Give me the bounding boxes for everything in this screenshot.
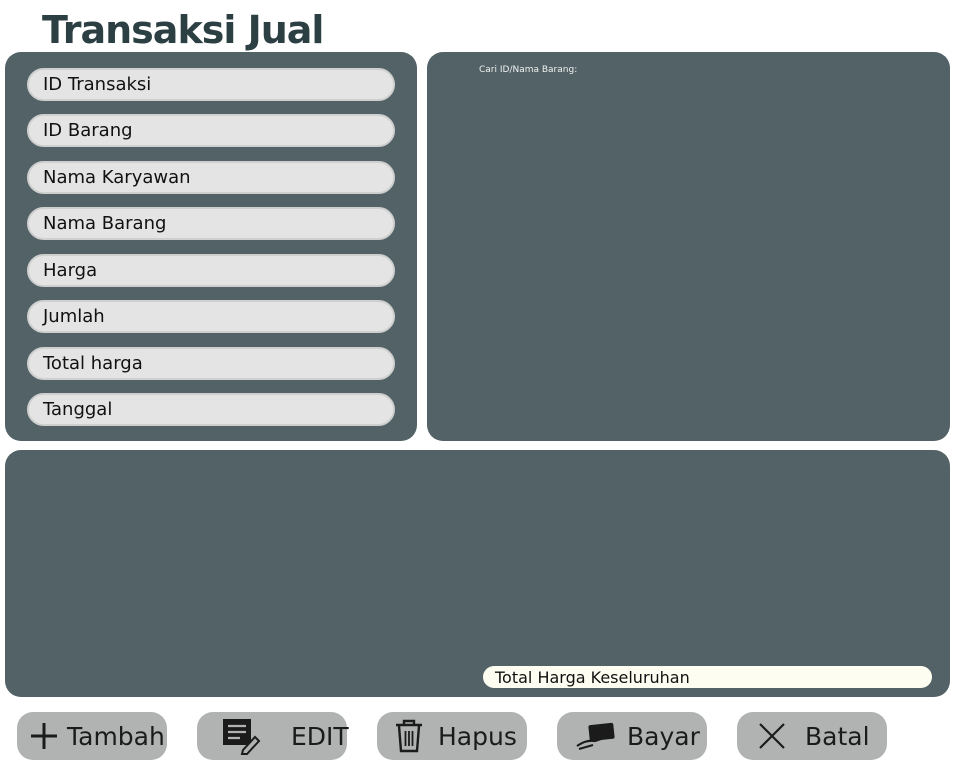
form-panel: ID Transaksi ID Barang Nama Karyawan Nam… — [5, 52, 417, 441]
bayar-button[interactable]: Bayar — [557, 712, 707, 760]
hapus-button[interactable]: Hapus — [377, 712, 527, 760]
id-barang-field[interactable]: ID Barang — [27, 114, 395, 147]
tanggal-field[interactable]: Tanggal — [27, 393, 395, 426]
transaction-table-panel: Total Harga Keseluruhan — [5, 450, 950, 697]
bayar-label: Bayar — [627, 721, 700, 751]
edit-button[interactable]: EDIT — [197, 712, 349, 760]
plus-icon — [27, 719, 61, 753]
batal-label: Batal — [805, 721, 870, 751]
payment-icon — [575, 721, 617, 751]
hapus-label: Hapus — [438, 721, 517, 751]
total-harga-field[interactable]: Total harga — [27, 347, 395, 380]
id-transaksi-field[interactable]: ID Transaksi — [27, 68, 395, 101]
trash-icon — [393, 718, 425, 754]
harga-field[interactable]: Harga — [27, 254, 395, 287]
edit-label: EDIT — [291, 721, 349, 751]
jumlah-field[interactable]: Jumlah — [27, 300, 395, 333]
page-title: Transaksi Jual — [42, 8, 324, 52]
tambah-button[interactable]: Tambah — [17, 712, 167, 760]
tambah-label: Tambah — [67, 721, 165, 751]
total-harga-keseluruhan-field[interactable]: Total Harga Keseluruhan — [483, 666, 932, 688]
nama-karyawan-field[interactable]: Nama Karyawan — [27, 161, 395, 194]
edit-icon — [221, 717, 261, 755]
nama-barang-field[interactable]: Nama Barang — [27, 207, 395, 240]
search-panel: Cari ID/Nama Barang: — [427, 52, 950, 441]
batal-button[interactable]: Batal — [737, 712, 887, 760]
close-icon — [757, 721, 787, 751]
search-label: Cari ID/Nama Barang: — [479, 65, 578, 75]
